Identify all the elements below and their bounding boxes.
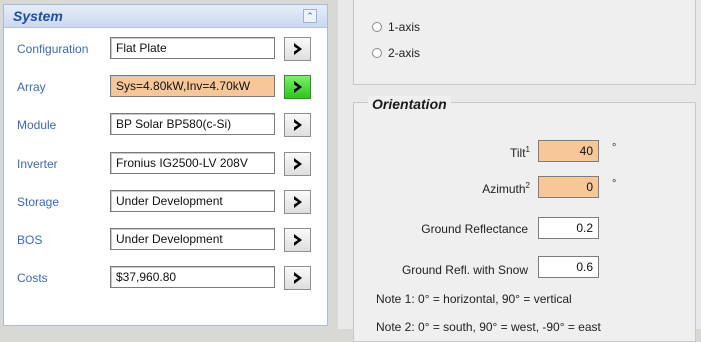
arrow-right-icon — [293, 119, 302, 131]
azimuth-footnote-ref: 2 — [525, 181, 530, 190]
storage-row: Storage Under Development — [4, 186, 327, 216]
arrow-right-icon — [293, 81, 302, 93]
azimuth-degree-unit: ° — [612, 178, 617, 190]
tilt-label-text: Tilt — [509, 146, 526, 160]
system-panel: System ⌃ Configuration Flat Plate Array … — [3, 4, 328, 326]
module-field: BP Solar BP580(c-Si) — [110, 113, 275, 135]
collapse-chevron-icon[interactable]: ⌃ — [303, 9, 317, 23]
arrow-right-icon — [293, 234, 302, 246]
tilt-label: Tilt1 — [490, 145, 530, 160]
tracking-option-1-axis[interactable]: 1-axis — [372, 20, 492, 36]
azimuth-input[interactable]: 0 — [538, 176, 599, 198]
tracking-option-2-axis[interactable]: 2-axis — [372, 46, 492, 62]
note-1: Note 1: 0° = horizontal, 90° = vertical — [376, 292, 572, 306]
tracking-panel — [353, 0, 696, 85]
costs-field: $37,960.80 — [110, 266, 275, 288]
arrow-right-icon — [293, 43, 302, 55]
ground-refl-snow-label: Ground Refl. with Snow — [401, 263, 528, 277]
bos-field: Under Development — [110, 228, 275, 250]
configuration-row: Configuration Flat Plate — [4, 33, 327, 63]
array-row: Array Sys=4.80kW,Inv=4.70kW — [4, 71, 327, 101]
storage-label: Storage — [17, 195, 60, 209]
azimuth-label-text: Azimuth — [482, 182, 526, 196]
array-field: Sys=4.80kW,Inv=4.70kW — [110, 75, 275, 97]
bos-go-button[interactable] — [284, 228, 311, 252]
tilt-footnote-ref: 1 — [525, 145, 530, 154]
array-go-button[interactable] — [284, 75, 311, 99]
inverter-label: Inverter — [17, 157, 58, 171]
configuration-label: Configuration — [17, 42, 89, 56]
ground-reflectance-input[interactable]: 0.2 — [538, 217, 599, 239]
storage-field: Under Development — [110, 190, 275, 212]
arrow-right-icon — [293, 158, 302, 170]
tilt-degree-unit: ° — [612, 142, 617, 154]
radio-button-1-axis[interactable] — [372, 22, 382, 32]
arrow-right-icon — [293, 196, 302, 208]
inverter-go-button[interactable] — [284, 152, 311, 176]
arrow-right-icon — [293, 272, 302, 284]
storage-go-button[interactable] — [284, 190, 311, 214]
module-row: Module BP Solar BP580(c-Si) — [4, 109, 327, 139]
costs-go-button[interactable] — [284, 266, 311, 290]
costs-label: Costs — [17, 271, 48, 285]
inverter-field: Fronius IG2500-LV 208V — [110, 152, 275, 174]
module-label: Module — [17, 118, 57, 132]
module-go-button[interactable] — [284, 113, 311, 137]
radio-button-2-axis[interactable] — [372, 48, 382, 58]
bos-row: BOS Under Development — [4, 224, 327, 254]
ground-refl-snow-input[interactable]: 0.6 — [538, 256, 599, 278]
azimuth-label: Azimuth2 — [462, 181, 530, 196]
inverter-row: Inverter Fronius IG2500-LV 208V — [4, 148, 327, 178]
radio-label-1-axis: 1-axis — [388, 20, 421, 34]
bos-label: BOS — [17, 233, 43, 247]
radio-label-2-axis: 2-axis — [388, 46, 421, 60]
system-panel-header: System ⌃ — [4, 5, 327, 28]
orientation-title: Orientation — [368, 96, 451, 112]
tilt-input[interactable]: 40 — [538, 140, 599, 162]
costs-row: Costs $37,960.80 — [4, 262, 327, 292]
configuration-go-button[interactable] — [284, 37, 311, 61]
array-label: Array — [17, 80, 46, 94]
ground-reflectance-label: Ground Reflectance — [421, 222, 528, 236]
system-panel-title: System — [13, 8, 63, 24]
configuration-field: Flat Plate — [110, 37, 275, 59]
note-2: Note 2: 0° = south, 90° = west, -90° = e… — [376, 320, 601, 334]
